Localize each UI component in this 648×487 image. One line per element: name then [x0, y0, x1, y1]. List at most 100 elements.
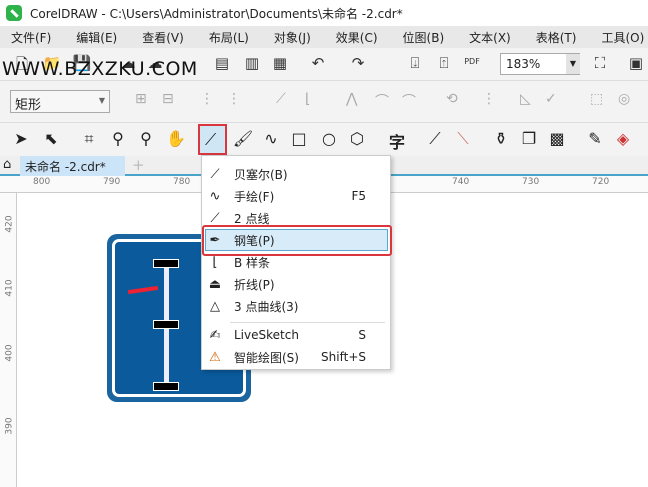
ruler-label: 780 [173, 177, 191, 187]
menu-label: 手绘(F) [234, 189, 275, 204]
drop-shadow-icon[interactable]: ❐ [518, 129, 540, 148]
menu-bitmaps[interactable]: 位图(B) [403, 29, 445, 46]
rectangle-tool-icon[interactable]: □ [288, 129, 310, 148]
import-icon[interactable]: ⍗ [405, 54, 425, 72]
zoom-out-icon[interactable]: ⚲ [135, 129, 157, 148]
menu-separator [230, 322, 385, 323]
menu-tools[interactable]: 工具(O) [601, 29, 644, 46]
three-point-curve-icon: △ [210, 298, 220, 314]
ruler-label: 410 [4, 279, 15, 297]
shape-select[interactable]: 矩形 ▼ [10, 90, 110, 113]
shape-tool-icon[interactable]: ⬉ [40, 129, 62, 148]
menu-label: 智能绘图(S) [234, 350, 299, 365]
break-curve-icon[interactable]: ⋮ [227, 91, 241, 107]
export-icon[interactable]: ⍐ [434, 54, 454, 72]
export-pdf-icon[interactable]: PDF [462, 57, 482, 66]
menu-object[interactable]: 对象(J) [274, 29, 311, 46]
eyedropper-icon[interactable]: ✎ [584, 129, 606, 148]
menu-item-2-point-line[interactable]: ⟋ 2 点线 [202, 207, 390, 229]
full-screen-icon[interactable]: ⛶ [590, 54, 610, 72]
menu-item-livesketch[interactable]: ✍ LiveSketch S [202, 324, 390, 346]
menu-shortcut: Shift+S [321, 350, 366, 364]
curve-tool-button[interactable]: ⟋ [198, 124, 227, 155]
b-spline-icon: ⌊ [212, 254, 218, 270]
property-bar: 矩形 ▼ ⊞ ⊟ ⋮ ⋮ ⟋ ⌊ ⋀ ⌒ ⌒ ⟲ ⋮ ◺ ✓ ⬚ ◎ [0, 81, 648, 123]
zoom-tool-icon[interactable]: ⚲ [107, 129, 129, 148]
paste-icon[interactable]: ▦ [270, 54, 290, 72]
menu-item-b-spline[interactable]: ⌊ B 样条 [202, 251, 390, 273]
menu-label: 2 点线 [234, 211, 270, 226]
watermark: WWW.BZXZKU.COM [2, 58, 198, 80]
fill-tool-icon[interactable]: ◈ [612, 129, 634, 148]
menu-item-smart-drawing[interactable]: ⚠ 智能绘图(S) Shift+S [202, 346, 390, 368]
menu-label: 钢笔(P) [234, 233, 275, 248]
menu-text[interactable]: 文本(X) [469, 29, 511, 46]
crop-tool-icon[interactable]: ⌗ [78, 129, 100, 149]
menu-file[interactable]: 文件(F) [11, 29, 51, 46]
chevron-down-icon: ▼ [98, 96, 105, 105]
home-icon[interactable]: ⌂ [3, 157, 11, 172]
add-tab-button[interactable]: + [132, 156, 145, 174]
menu-label: 贝塞尔(B) [234, 167, 288, 182]
ruler-label: 740 [452, 177, 470, 187]
blend-tool-icon[interactable]: ⚱ [490, 129, 512, 148]
copy-icon[interactable]: ▥ [242, 54, 262, 72]
stretch-nodes-icon[interactable]: ◺ [520, 91, 531, 107]
menu-item-polyline[interactable]: ⏏ 折线(P) [202, 273, 390, 295]
extend-curve-icon[interactable]: ⋮ [482, 91, 496, 107]
to-line-icon[interactable]: ⟋ [276, 91, 286, 107]
reverse-direction-icon[interactable]: ⟲ [446, 91, 458, 107]
delete-node-icon[interactable]: ⊟ [162, 91, 174, 107]
menu-view[interactable]: 查看(V) [142, 29, 184, 46]
window-title: CorelDRAW - C:\Users\Administrator\Docum… [30, 6, 403, 21]
join-nodes-icon[interactable]: ⋮ [200, 91, 214, 107]
contour-icon[interactable]: ∿ [260, 129, 282, 148]
undo-icon[interactable]: ↶ [308, 54, 328, 72]
smart-drawing-icon: ⚠ [209, 349, 221, 365]
menu-item-bezier[interactable]: ⟋ 贝塞尔(B) [202, 163, 390, 185]
artistic-media-icon[interactable]: 🖌 [232, 129, 254, 148]
transparency-icon[interactable]: ▩ [546, 129, 568, 148]
menu-layout[interactable]: 布局(L) [209, 29, 249, 46]
ruler-label: 790 [103, 177, 121, 187]
menu-shortcut: F5 [351, 189, 366, 203]
curve-tools-flyout: ⟋ 贝塞尔(B) ∿ 手绘(F) F5 ⟋ 2 点线 ✒ 钢笔(P) ⌊ B 样条 ⏏ 折线(… [201, 155, 392, 370]
ruler-label: 720 [592, 177, 610, 187]
menu-item-pen[interactable]: ✒ 钢笔(P) [202, 229, 390, 251]
menu-item-3-point-curve[interactable]: △ 3 点曲线(3) [202, 295, 390, 317]
reduce-nodes-icon[interactable]: ✓ [545, 91, 557, 107]
pen-icon: ✒ [209, 232, 221, 248]
selection-handle-top[interactable] [153, 259, 179, 268]
bezier-icon: ⟋ [205, 130, 217, 149]
connector-tool-icon[interactable]: ⟍ [452, 129, 474, 149]
cusp-node-icon[interactable]: ⋀ [346, 91, 357, 107]
livesketch-icon: ✍ [209, 327, 221, 343]
chevron-down-icon[interactable]: ▼ [566, 54, 580, 74]
polygon-tool-icon[interactable]: ⬡ [346, 129, 368, 148]
ellipse-tool-icon[interactable]: ○ [318, 129, 340, 148]
selection-handle-bottom[interactable] [153, 382, 179, 391]
smooth-node-icon[interactable]: ⌒ [375, 91, 389, 111]
symmetric-node-icon[interactable]: ⌒ [402, 91, 416, 111]
rotate-nodes-icon[interactable]: ◎ [618, 91, 630, 107]
menu-item-freehand[interactable]: ∿ 手绘(F) F5 [202, 185, 390, 207]
redo-icon[interactable]: ↷ [348, 54, 368, 72]
selection-handle-middle[interactable] [153, 320, 179, 329]
add-node-icon[interactable]: ⊞ [135, 91, 147, 107]
pick-tool-icon[interactable]: ➤ [10, 129, 32, 148]
document-tab[interactable]: 未命名 -2.cdr* [20, 156, 125, 176]
menu-edit[interactable]: 编辑(E) [76, 29, 117, 46]
cut-icon[interactable]: ▤ [212, 54, 232, 72]
to-curve-icon[interactable]: ⌊ [305, 91, 310, 107]
select-all-nodes-icon[interactable]: ⬚ [590, 91, 603, 107]
menu-shortcut: S [358, 328, 366, 342]
dimension-tool-icon[interactable]: ⟋ [424, 129, 446, 149]
coreldraw-logo-icon [6, 5, 22, 21]
text-tool-icon[interactable]: 字 [386, 129, 408, 153]
ruler-label: 390 [4, 417, 15, 435]
pan-tool-icon[interactable]: ✋ [165, 129, 187, 148]
ruler-label: 420 [4, 215, 15, 233]
menu-table[interactable]: 表格(T) [536, 29, 577, 46]
menu-effects[interactable]: 效果(C) [336, 29, 378, 46]
options-icon[interactable]: ▣ [626, 54, 646, 72]
